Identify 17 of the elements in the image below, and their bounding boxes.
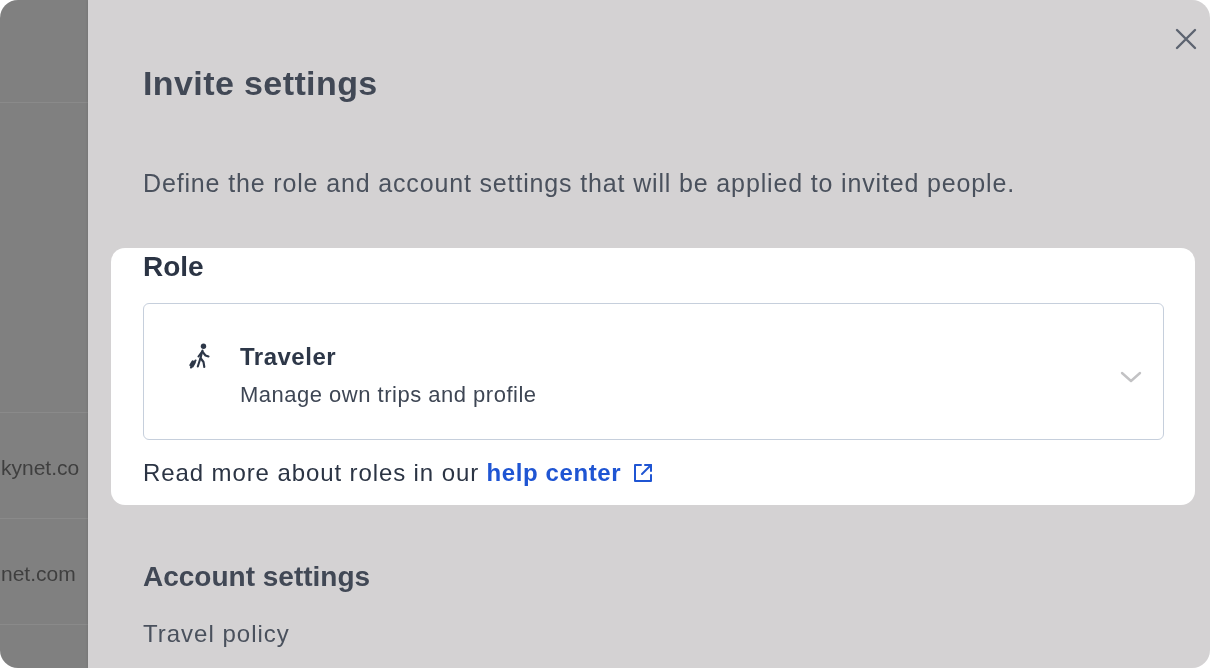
section-heading: Role [143,252,204,282]
chevron-down-icon [1120,370,1142,383]
external-link-icon [633,463,654,483]
help-center-link[interactable]: help center [486,461,654,485]
role-select[interactable]: Traveler Manage own trips and profile [143,303,1164,440]
person-with-luggage-icon [188,343,212,369]
option-title: Traveler [240,343,337,371]
table-cell: kynet.co [1,455,80,480]
close-button[interactable] [1175,28,1197,50]
settings-item[interactable]: Travel policy [143,621,290,647]
option-description: Manage own trips and profile [240,382,537,408]
close-icon [1175,28,1197,50]
table-cell: net.com [1,561,76,586]
help-text: Read more about roles in our help center [143,461,654,485]
drawer-title: Invite settings [143,63,378,103]
drawer-description: Define the role and account settings that will be applied to invited people. [143,169,1016,197]
section-heading: Account settings [143,562,371,592]
